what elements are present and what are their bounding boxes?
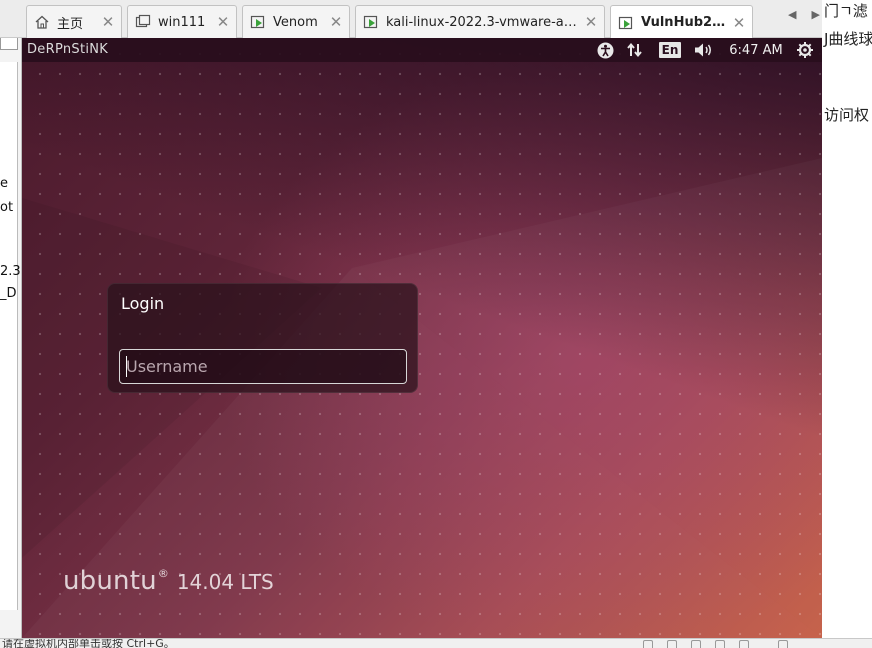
close-icon[interactable]: ✕ [329, 13, 343, 31]
document-text-fragment: 访问权 [824, 106, 870, 124]
close-icon[interactable]: ✕ [216, 13, 230, 31]
tab-label: win111 [158, 14, 206, 30]
volume-icon[interactable] [692, 41, 716, 59]
accessibility-icon[interactable] [596, 41, 614, 59]
chevron-right-icon[interactable]: ▶ [812, 8, 820, 26]
status-hint: 请在虚拟机内部单击或按 Ctrl+G。 [2, 638, 175, 648]
tab-label: VulnHub201... [641, 15, 726, 30]
status-bar: 请在虚拟机内部单击或按 Ctrl+G。 [0, 638, 872, 648]
background-document-fragment: 门ㄱ滤 J曲线球 访问权 [822, 0, 872, 648]
vmware-workstation-window: ✕ ▼ e ot 2.3 _D 主页 ✕ win111 ✕ [0, 0, 872, 648]
tab-label: kali-linux-2022.3-vmware-amd64 [386, 14, 578, 30]
tab-kali-linux[interactable]: kali-linux-2022.3-vmware-amd64 ✕ [355, 5, 605, 38]
tab-vulnhub[interactable]: VulnHub201... ✕ [610, 5, 753, 39]
login-title: Login [121, 294, 165, 313]
vm-icon [362, 13, 380, 31]
device-icon[interactable] [643, 640, 653, 648]
tab-label: Venom [273, 14, 318, 30]
clock-label: 6:47 AM [729, 42, 783, 58]
library-item-fragment[interactable]: e [0, 176, 8, 191]
device-icon[interactable] [715, 640, 725, 648]
document-text-fragment: 门ㄱ滤 [824, 2, 868, 20]
library-panel: ✕ ▼ e ot 2.3 _D [0, 0, 22, 648]
chevron-left-icon[interactable]: ◀ [788, 8, 796, 26]
document-text-fragment: J曲线球 [824, 30, 872, 48]
close-icon[interactable]: ✕ [732, 14, 746, 32]
device-icon[interactable] [667, 640, 677, 648]
library-item-fragment[interactable]: 2.3 [0, 264, 21, 279]
tab-win111[interactable]: win111 ✕ [127, 5, 237, 38]
vm-icon [249, 13, 267, 31]
device-icon[interactable] [778, 640, 788, 648]
ubuntu-version: 14.04 LTS [176, 570, 274, 594]
close-icon[interactable]: ✕ [584, 13, 598, 31]
text-cursor [126, 356, 127, 377]
login-panel: Login [107, 283, 418, 393]
ubuntu-wordmark: ubuntu [63, 566, 157, 596]
language-badge: En [658, 42, 682, 58]
close-icon[interactable]: ✕ [101, 13, 115, 31]
vm-icon [617, 14, 635, 32]
ubuntu-circle-of-friends-icon: ® [157, 567, 169, 580]
tab-venom[interactable]: Venom ✕ [242, 5, 350, 38]
device-icon[interactable] [691, 640, 701, 648]
home-icon [33, 13, 51, 31]
gear-icon[interactable] [795, 41, 815, 59]
language-indicator[interactable]: En [658, 41, 682, 59]
window-icon [134, 13, 152, 31]
device-icon[interactable] [739, 640, 749, 648]
library-item-fragment[interactable]: _D [0, 286, 17, 301]
clock[interactable]: 6:47 AM [727, 41, 785, 59]
tab-scroll-arrows: ◀ ▶ [788, 8, 820, 26]
tab-label: 主页 [57, 16, 84, 32]
guest-top-panel: DeRPnStiNK En 6:47 AM [22, 38, 822, 62]
library-tree: e ot 2.3 _D [0, 62, 21, 610]
vm-display[interactable]: DeRPnStiNK En 6:47 AM Login Username ubu… [22, 38, 822, 638]
library-item-fragment[interactable]: ot [0, 200, 13, 215]
tab-bar: 主页 ✕ win111 ✕ Venom ✕ kali-linux-2022.3-… [0, 0, 822, 39]
network-arrows-icon[interactable] [625, 41, 645, 59]
ubuntu-branding: ubuntu ® 14.04 LTS [63, 566, 274, 596]
username-field[interactable] [119, 349, 407, 384]
hostname-label: DeRPnStiNK [27, 42, 109, 57]
tab-home[interactable]: 主页 ✕ [26, 5, 122, 38]
